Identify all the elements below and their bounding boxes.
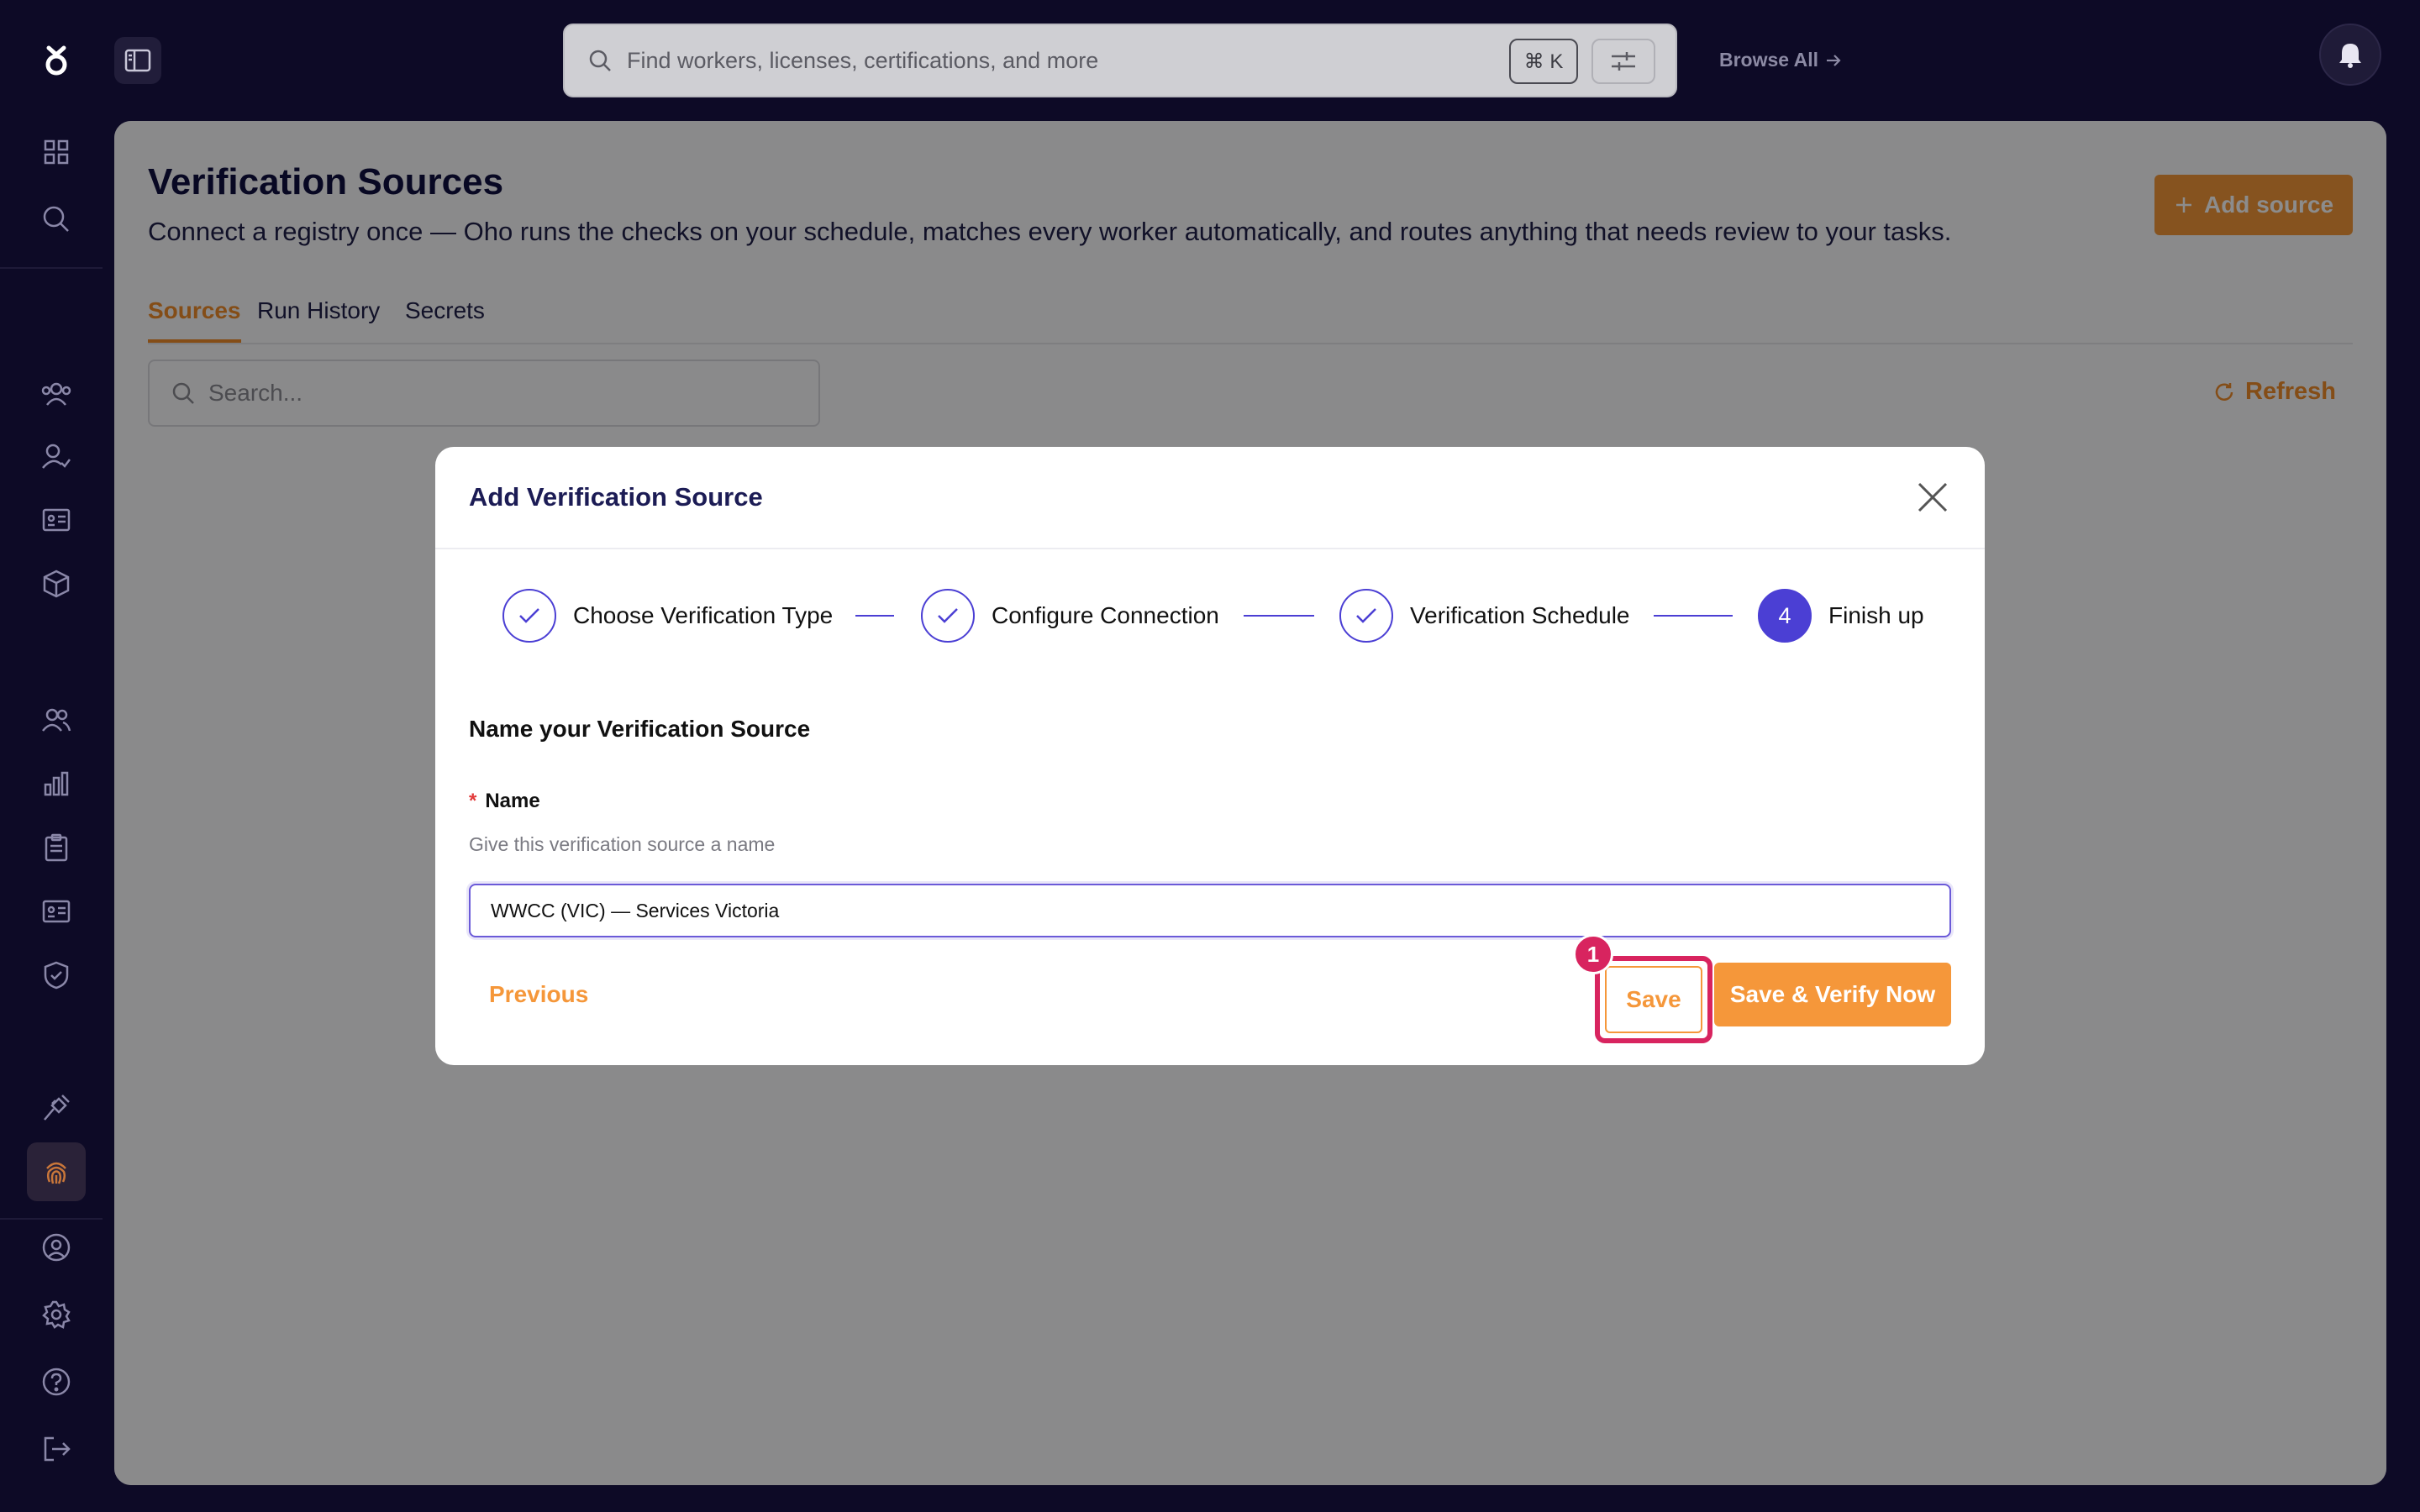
id-card-icon[interactable] <box>27 491 86 549</box>
bar-chart-icon[interactable] <box>27 754 86 813</box>
check-icon <box>1356 608 1376 623</box>
global-search[interactable]: Find workers, licenses, certifications, … <box>563 24 1677 97</box>
account-icon[interactable] <box>27 1218 86 1277</box>
step-configure-connection: Configure Connection <box>921 588 1219 643</box>
step-label: Verification Schedule <box>1410 602 1630 628</box>
fingerprint-icon[interactable] <box>27 1142 86 1201</box>
step-label: Choose Verification Type <box>573 602 834 628</box>
save-button[interactable]: Save <box>1605 966 1702 1033</box>
settings-icon[interactable] <box>27 1285 86 1344</box>
step-complete-indicator <box>921 589 975 643</box>
stepper: Choose Verification Type Configure Conne… <box>502 588 1948 643</box>
search-icon[interactable] <box>27 190 86 249</box>
logo-icon[interactable] <box>27 30 86 89</box>
step-complete-indicator <box>1339 589 1393 643</box>
sliders-icon <box>1612 52 1635 71</box>
users-icon[interactable] <box>27 690 86 749</box>
search-icon <box>589 50 611 71</box>
modal-title: Add Verification Source <box>469 482 763 512</box>
step-connector <box>1654 615 1733 617</box>
filter-button[interactable] <box>1591 39 1655 84</box>
clipboard-icon[interactable] <box>27 818 86 877</box>
team-icon[interactable] <box>27 365 86 423</box>
shortcut-hint: ⌘ K <box>1509 39 1578 84</box>
notifications-button[interactable] <box>2319 24 2381 86</box>
left-rail <box>0 0 113 1512</box>
modal-header: Add Verification Source <box>435 447 1985 549</box>
step-connector <box>1244 615 1314 617</box>
plug-icon[interactable] <box>27 1079 86 1137</box>
dashboard-icon[interactable] <box>27 123 86 181</box>
check-icon <box>938 608 958 623</box>
name-field-label: * Name <box>469 790 540 813</box>
bell-icon <box>2339 44 2361 68</box>
close-button[interactable] <box>1914 479 1951 516</box>
step-complete-indicator <box>502 589 556 643</box>
step-verification-schedule: Verification Schedule <box>1339 588 1630 643</box>
required-marker: * <box>469 790 477 812</box>
step-label: Configure Connection <box>992 602 1219 628</box>
annotation-badge: 1 <box>1573 934 1613 974</box>
step-label: Finish up <box>1828 602 1924 628</box>
name-input[interactable] <box>469 884 1951 937</box>
logout-icon[interactable] <box>27 1420 86 1478</box>
user-check-icon[interactable] <box>27 427 86 486</box>
browse-all-label: Browse All <box>1719 49 1819 71</box>
rail-divider <box>0 267 103 269</box>
step-connector <box>855 615 894 617</box>
name-label-text: Name <box>485 790 540 812</box>
browse-all-link[interactable]: Browse All <box>1719 49 1842 71</box>
check-icon <box>519 608 539 623</box>
close-icon <box>1918 482 1948 512</box>
add-verification-source-modal: Add Verification Source Choose Verificat… <box>435 447 1985 1065</box>
step-choose-verification-type: Choose Verification Type <box>502 588 833 643</box>
step-current-indicator: 4 <box>1758 589 1812 643</box>
sidebar-toggle-button[interactable] <box>114 37 161 84</box>
section-title: Name your Verification Source <box>469 716 811 742</box>
name-field-help: Give this verification source a name <box>469 833 776 855</box>
help-icon[interactable] <box>27 1352 86 1411</box>
shield-check-icon[interactable] <box>27 946 86 1005</box>
sidebar-icon <box>124 49 151 72</box>
step-finish-up: 4 Finish up <box>1758 588 1924 643</box>
previous-button[interactable]: Previous <box>489 981 588 1008</box>
arrow-right-icon <box>1827 54 1841 66</box>
global-search-placeholder: Find workers, licenses, certifications, … <box>627 47 1099 73</box>
id-card-icon[interactable] <box>27 882 86 941</box>
package-icon[interactable] <box>27 554 86 613</box>
save-and-verify-button[interactable]: Save & Verify Now <box>1714 963 1951 1026</box>
